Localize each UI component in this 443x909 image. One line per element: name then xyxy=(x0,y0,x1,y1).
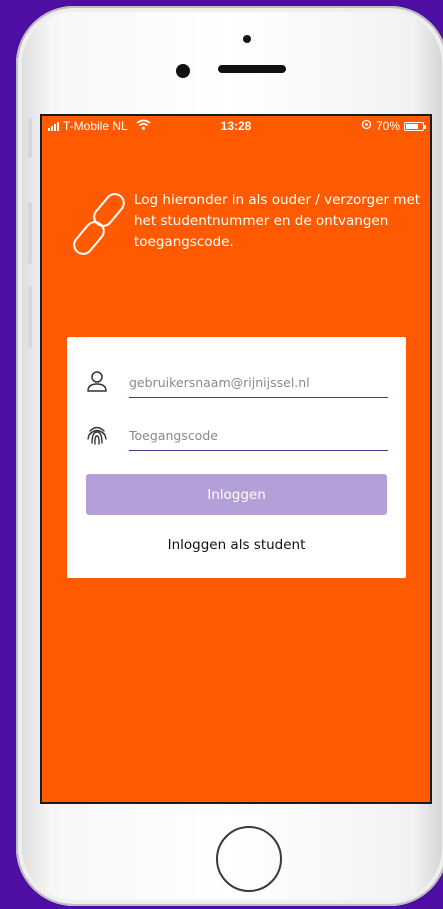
proximity-sensor xyxy=(243,35,251,43)
login-card: Inloggen Inloggen als student xyxy=(67,337,406,578)
battery-percent: 70% xyxy=(375,119,400,133)
username-input[interactable] xyxy=(129,367,388,398)
volume-down-button xyxy=(28,286,32,348)
app-screen: T-Mobile NL 13:28 70% Log hieronder in a… xyxy=(40,114,432,804)
battery-icon xyxy=(404,121,426,131)
intro-message: Log hieronder in als ouder / verzorger m… xyxy=(134,192,421,250)
fingerprint-icon xyxy=(85,422,109,446)
volume-up-button xyxy=(28,202,32,264)
status-bar: T-Mobile NL 13:28 70% xyxy=(42,116,430,136)
front-camera xyxy=(176,64,190,78)
login-button[interactable]: Inloggen xyxy=(86,474,387,515)
user-icon xyxy=(85,369,109,393)
orientation-lock-icon xyxy=(361,119,372,133)
access-code-input[interactable] xyxy=(129,420,388,451)
link-icon xyxy=(70,188,130,260)
access-code-field xyxy=(85,420,388,452)
earpiece-speaker xyxy=(218,65,286,73)
username-field xyxy=(85,367,388,399)
mute-switch xyxy=(28,118,32,158)
home-button[interactable] xyxy=(216,826,282,892)
student-login-link[interactable]: Inloggen als student xyxy=(67,537,406,553)
